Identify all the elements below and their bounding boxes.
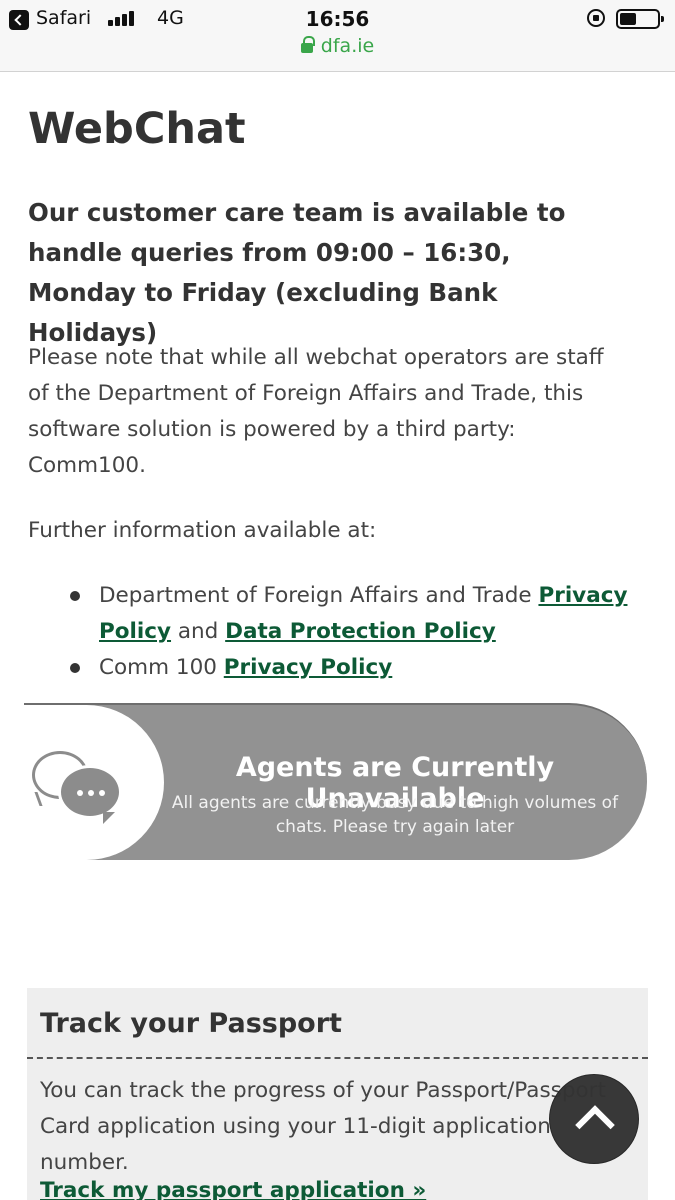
list-item-text: Department of Foreign Affairs and Trade: [99, 583, 539, 608]
further-info-label: Further information available at:: [28, 518, 377, 543]
page-title: WebChat: [28, 104, 246, 154]
list-item-text: and: [171, 619, 226, 644]
battery-icon: [616, 9, 664, 29]
track-passport-title: Track your Passport: [40, 1008, 342, 1039]
data-protection-policy-link[interactable]: Data Protection Policy: [225, 619, 496, 644]
rotation-lock-icon: [587, 9, 605, 27]
url-text: dfa.ie: [320, 35, 375, 57]
third-party-note: Please note that while all webchat opera…: [28, 345, 604, 478]
chat-bubble-dots-icon: [58, 765, 122, 824]
address-bar[interactable]: dfa.ie: [0, 35, 675, 57]
comm100-privacy-policy-link[interactable]: Privacy Policy: [224, 655, 393, 680]
webchat-unavailable-banner[interactable]: Agents are Currently Unavailable All age…: [24, 703, 647, 860]
list-item: Comm 100 Privacy Policy: [70, 650, 639, 686]
chat-status-subtext: All agents are currently busy due to hig…: [171, 793, 619, 837]
chat-icon-circle: [24, 705, 164, 860]
status-bar: Safari 4G 16:56 dfa.ie: [0, 0, 675, 72]
policy-links-list: Department of Foreign Affairs and Trade …: [70, 578, 639, 686]
back-to-top-button[interactable]: [549, 1074, 639, 1164]
list-item-text: Comm 100: [99, 655, 224, 680]
list-item: Department of Foreign Affairs and Trade …: [70, 578, 639, 650]
track-passport-link[interactable]: Track my passport application »: [40, 1178, 426, 1200]
status-time: 16:56: [305, 7, 370, 31]
dashed-divider: [27, 1057, 648, 1059]
availability-lead: Our customer care team is available to h…: [28, 198, 566, 347]
track-passport-panel: Track your Passport You can track the pr…: [27, 988, 648, 1200]
lock-icon: [300, 36, 315, 53]
